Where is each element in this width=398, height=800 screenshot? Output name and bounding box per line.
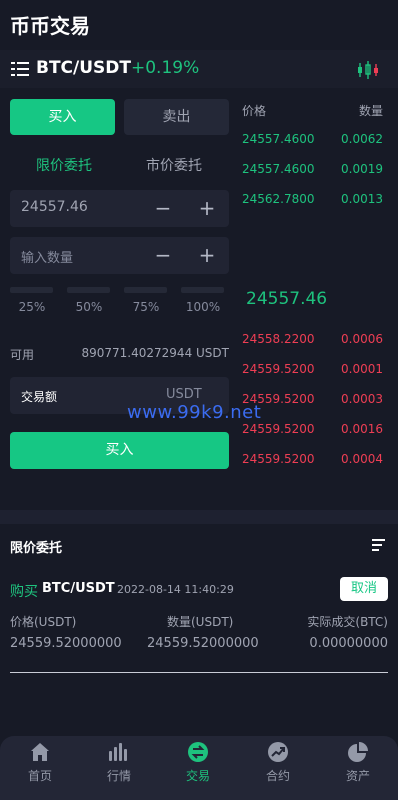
- nav-home[interactable]: 首页: [10, 736, 70, 800]
- orderbook-bid-row[interactable]: 24557.4600 0.0062: [242, 132, 383, 148]
- pair-change: +0.19%: [131, 58, 200, 78]
- order-price-value: 24559.52000000: [10, 636, 122, 651]
- orderbook-ask-row[interactable]: 24559.5200 0.0004: [242, 452, 383, 468]
- nav-trade-label: 交易: [185, 769, 210, 783]
- pair-menu-icon[interactable]: [11, 61, 29, 77]
- orderbook-ask-row[interactable]: 24559.5200 0.0016: [242, 422, 383, 438]
- quantity-input[interactable]: 输入数量 − +: [10, 237, 229, 274]
- order-filled-value: 0.00000000: [309, 636, 388, 651]
- price-input[interactable]: 24557.46 − +: [10, 190, 229, 227]
- section-divider: [0, 510, 398, 524]
- order-filled-label: 实际成交(BTC): [307, 615, 388, 629]
- nav-assets[interactable]: 资产: [328, 736, 388, 800]
- contract-trend-icon: [268, 742, 288, 762]
- nav-trade[interactable]: 交易: [168, 736, 228, 800]
- assets-pie-icon: [348, 742, 368, 762]
- ask-qty: 0.0006: [341, 332, 383, 346]
- quantity-increase-button[interactable]: +: [195, 243, 219, 267]
- price-decrease-button[interactable]: −: [151, 196, 175, 220]
- percent-75-bar[interactable]: [124, 287, 167, 293]
- open-orders-title: 限价委托: [10, 541, 63, 556]
- percent-75-label[interactable]: 75%: [121, 300, 171, 314]
- trade-icon: [188, 742, 208, 762]
- percent-100-bar[interactable]: [181, 287, 224, 293]
- watermark: www.99k9.net: [127, 402, 262, 423]
- orderbook-qty-header: 数量: [358, 104, 383, 118]
- page-title: 币币交易: [10, 14, 90, 38]
- orderbook-price-header: 价格: [242, 104, 267, 118]
- nav-assets-label: 资产: [345, 769, 370, 783]
- home-icon: [31, 743, 49, 761]
- bid-qty: 0.0019: [341, 162, 383, 176]
- order-list-icon[interactable]: [372, 539, 385, 551]
- ask-price: 24559.5200: [242, 422, 315, 436]
- quantity-decrease-button[interactable]: −: [151, 243, 175, 267]
- open-orders-section: 限价委托 购买 BTC/USDT 2022-08-14 11:40:29 取消 …: [0, 524, 398, 739]
- bid-qty: 0.0013: [341, 192, 383, 206]
- ask-price: 24559.5200: [242, 362, 315, 376]
- price-increase-button[interactable]: +: [195, 196, 219, 220]
- order-side: 购买: [10, 584, 38, 600]
- cancel-order-button[interactable]: 取消: [340, 577, 388, 601]
- ask-qty: 0.0004: [341, 452, 383, 466]
- order-price-label: 价格(USDT): [10, 615, 77, 629]
- ask-qty: 0.0003: [341, 392, 383, 406]
- nav-contract[interactable]: 合约: [248, 736, 308, 800]
- nav-contract-label: 合约: [265, 769, 290, 783]
- buy-submit-button[interactable]: 买入: [10, 432, 229, 469]
- ask-price: 24558.2200: [242, 332, 315, 346]
- order-qty-value: 24559.52000000: [147, 636, 259, 651]
- bottom-nav: 首页 行情 交易 合约 资产: [0, 736, 398, 800]
- limit-order-tab[interactable]: 限价委托: [36, 155, 92, 175]
- available-value: 890771.40272944 USDT: [81, 346, 230, 360]
- sell-tab[interactable]: 卖出: [124, 99, 229, 135]
- order-divider: [10, 672, 388, 673]
- ask-qty: 0.0016: [341, 422, 383, 436]
- bid-qty: 0.0062: [341, 132, 383, 146]
- quantity-placeholder: 输入数量: [21, 251, 74, 266]
- bid-price: 24557.4600: [242, 162, 315, 176]
- ask-price: 24559.5200: [242, 452, 315, 466]
- orderbook-ask-row[interactable]: 24558.2200 0.0006: [242, 332, 383, 348]
- market-chart-icon: [109, 743, 127, 761]
- percent-25-bar[interactable]: [10, 287, 53, 293]
- buy-tab[interactable]: 买入: [10, 99, 115, 135]
- orderbook-bid-row[interactable]: 24557.4600 0.0019: [242, 162, 383, 178]
- order-qty-label: 数量(USDT): [167, 615, 234, 629]
- pair-name[interactable]: BTC/USDT: [36, 58, 131, 78]
- nav-market[interactable]: 行情: [89, 736, 149, 800]
- page-header: 币币交易: [0, 0, 398, 48]
- orderbook-bid-row[interactable]: 24562.7800 0.0013: [242, 192, 383, 208]
- percent-25-label[interactable]: 25%: [7, 300, 57, 314]
- bid-price: 24557.4600: [242, 132, 315, 146]
- percent-50-bar[interactable]: [67, 287, 110, 293]
- orderbook-ask-row[interactable]: 24559.5200 0.0001: [242, 362, 383, 378]
- pair-bar: BTC/USDT +0.19%: [0, 50, 398, 88]
- percent-100-label[interactable]: 100%: [178, 300, 228, 314]
- order-time: 2022-08-14 11:40:29: [117, 583, 234, 596]
- candlestick-chart-icon[interactable]: [357, 60, 379, 80]
- orderbook-last-price: 24557.46: [246, 289, 328, 309]
- price-value: 24557.46: [21, 199, 88, 215]
- trade-amount-unit: USDT: [166, 387, 202, 402]
- orderbook-ask-row[interactable]: 24559.5200 0.0003: [242, 392, 383, 408]
- percent-50-label[interactable]: 50%: [64, 300, 114, 314]
- nav-home-label: 首页: [27, 769, 52, 783]
- order-pair: BTC/USDT: [42, 581, 115, 596]
- trade-amount-label: 交易额: [21, 390, 58, 404]
- market-order-tab[interactable]: 市价委托: [146, 155, 202, 175]
- available-label: 可用: [10, 348, 35, 362]
- bid-price: 24562.7800: [242, 192, 315, 206]
- ask-qty: 0.0001: [341, 362, 383, 376]
- nav-market-label: 行情: [106, 769, 131, 783]
